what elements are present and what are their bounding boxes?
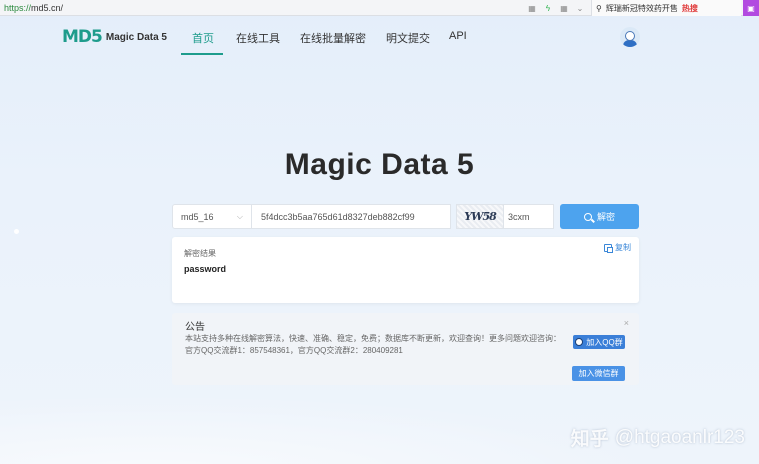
- grid-icon[interactable]: ▦: [527, 3, 537, 13]
- site-logo[interactable]: MD5 Magic Data 5: [62, 27, 167, 47]
- chevron-down-icon: ⌵: [236, 212, 243, 221]
- search-icon: ⚲: [596, 3, 602, 13]
- decorative-dot: [14, 229, 19, 234]
- watermark-logo: 知乎: [570, 429, 609, 450]
- active-tab-indicator: [181, 53, 223, 55]
- browser-toolbar: ▦ ϟ ▦ ⌄ ⚲ 辉瑞新冠特效药开售 热搜 ▣: [527, 0, 759, 16]
- result-card: 解密结果 password 复制: [172, 237, 639, 303]
- top-nav: MD5 Magic Data 5 首页 在线工具 在线批量解密 明文提交 API: [0, 16, 759, 56]
- nav-item-batch-decrypt[interactable]: 在线批量解密: [300, 30, 366, 46]
- chevron-down-icon[interactable]: ⌄: [575, 3, 585, 13]
- nav-item-plaintext-submit[interactable]: 明文提交: [386, 30, 430, 46]
- watermark-text: @htgaoanlr123: [614, 426, 745, 448]
- logo-mark: MD5: [62, 27, 103, 47]
- hash-type-select[interactable]: md5_16 ⌵: [172, 204, 252, 229]
- decrypt-button-label: 解密: [596, 212, 615, 222]
- notice-card: 公告 × 本站支持多种在线解密算法，快速、准确、稳定，免费；数据库不断更新，欢迎…: [172, 313, 639, 385]
- hot-badge: 热搜: [681, 3, 698, 13]
- captcha-input[interactable]: 3cxm: [504, 204, 554, 229]
- nav-item-online-tools[interactable]: 在线工具: [236, 30, 280, 46]
- result-value[interactable]: password: [184, 264, 226, 274]
- browser-search-box[interactable]: ⚲ 辉瑞新冠特效药开售 热搜: [591, 0, 741, 16]
- copy-button[interactable]: 复制: [604, 242, 631, 253]
- captcha-image[interactable]: YW58: [456, 204, 504, 229]
- copy-icon: [604, 243, 613, 253]
- join-qq-label: 加入QQ群: [586, 337, 623, 347]
- join-wechat-button[interactable]: 加入微信群: [572, 366, 625, 381]
- page-title: Magic Data 5: [284, 148, 475, 181]
- browser-url[interactable]: https://md5.cn/: [4, 3, 63, 13]
- hash-input[interactable]: 5f4dcc3b5aa765d61d8327deb882cf99: [252, 204, 451, 229]
- browser-address-bar[interactable]: https://md5.cn/ ▦ ϟ ▦ ⌄ ⚲ 辉瑞新冠特效药开售 热搜 ▣: [0, 0, 759, 16]
- notice-text: 本站支持多种在线解密算法，快速、准确、稳定，免费；数据库不断更新，欢迎查询！更多…: [185, 334, 561, 355]
- close-icon[interactable]: ×: [624, 318, 629, 328]
- qq-icon: [575, 338, 584, 346]
- decrypt-button[interactable]: 解密: [560, 204, 639, 229]
- lightning-icon[interactable]: ϟ: [543, 3, 553, 13]
- nav-item-home[interactable]: 首页: [192, 30, 214, 46]
- extension-icon[interactable]: ▣: [743, 0, 759, 16]
- background-wave: [0, 380, 759, 464]
- user-avatar[interactable]: [620, 27, 640, 47]
- nav-item-api[interactable]: API: [449, 30, 467, 42]
- browser-search-text: 辉瑞新冠特效药开售: [605, 3, 678, 13]
- search-icon: [583, 212, 592, 221]
- notice-title: 公告: [185, 322, 205, 333]
- join-qq-button[interactable]: 加入QQ群: [573, 335, 625, 349]
- grid-icon[interactable]: ▦: [559, 3, 569, 13]
- result-label: 解密结果: [184, 249, 216, 258]
- copy-button-label: 复制: [615, 243, 631, 252]
- hash-type-value: md5_16: [181, 211, 214, 222]
- logo-text: Magic Data 5: [105, 31, 167, 43]
- watermark: 知乎 @htgaoanlr123: [571, 424, 745, 451]
